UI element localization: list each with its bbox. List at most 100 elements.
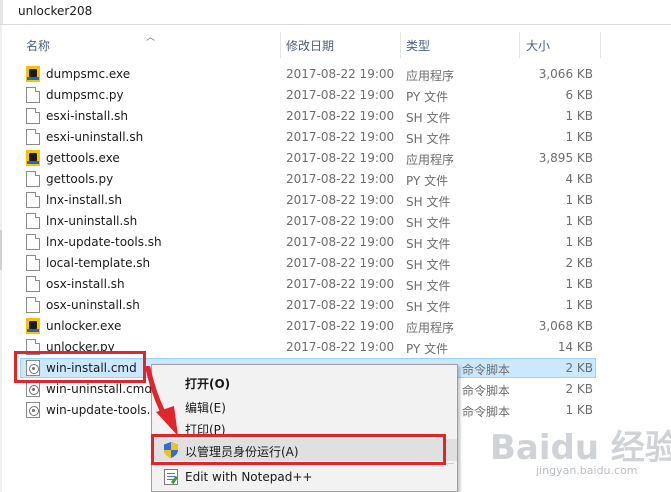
file-size: 1 KB <box>565 403 593 417</box>
file-date: 2017-08-22 19:00 <box>286 151 395 165</box>
file-name: lnx-install.sh <box>46 193 122 207</box>
file-type: PY 文件 <box>406 342 449 356</box>
exe-icon <box>26 318 40 334</box>
file-type: PY 文件 <box>406 90 449 104</box>
column-divider[interactable] <box>600 32 601 58</box>
file-row[interactable]: lnx-uninstall.sh 2017-08-22 19:00 SH 文件 1 K… <box>0 211 671 232</box>
file-name: gettools.py <box>46 172 114 186</box>
menu-item-edit-notepad[interactable]: Edit with Notepad++ <box>152 466 457 488</box>
file-date: 2017-08-22 19:00 <box>286 319 395 333</box>
file-type: 命令脚本 <box>462 363 511 377</box>
file-row[interactable]: osx-install.sh 2017-08-22 19:00 SH 文件 1 KB <box>0 274 671 295</box>
file-size: 6 KB <box>565 88 593 102</box>
file-type: 命令脚本 <box>462 384 511 398</box>
file-size: 2 KB <box>565 256 593 270</box>
file-row[interactable]: dumpsmc.py 2017-08-22 19:00 PY 文件 6 KB <box>0 85 671 106</box>
file-type: SH 文件 <box>406 195 451 209</box>
file-row[interactable]: unlocker.exe 2017-08-22 19:00 应用程序 3,068 KB <box>0 316 671 337</box>
file-row[interactable]: gettools.exe 2017-08-22 19:00 应用程序 3,895 KB <box>0 148 671 169</box>
file-name: esxi-uninstall.sh <box>46 130 144 144</box>
file-type: SH 文件 <box>406 258 451 272</box>
watermark-url: jingyan.baidu.com <box>536 464 638 477</box>
file-date: 2017-08-22 19:00 <box>286 256 395 270</box>
column-name[interactable]: 名称 <box>26 37 50 54</box>
file-icon <box>26 108 40 124</box>
column-header: ︿ 名称 修改日期 类型 大小 <box>0 30 671 60</box>
file-date: 2017-08-22 19:00 <box>286 340 395 354</box>
highlight-frame-file <box>14 351 146 383</box>
file-name: lnx-uninstall.sh <box>46 214 138 228</box>
column-type[interactable]: 类型 <box>406 37 430 54</box>
file-date: 2017-08-22 19:00 <box>286 277 395 291</box>
file-size: 1 KB <box>565 193 593 207</box>
file-type: PY 文件 <box>406 174 449 188</box>
file-name: win-update-tools.c <box>46 403 158 417</box>
file-row[interactable]: lnx-install.sh 2017-08-22 19:00 SH 文件 1 KB <box>0 190 671 211</box>
file-row[interactable]: esxi-uninstall.sh 2017-08-22 19:00 SH 文件 1 … <box>0 127 671 148</box>
file-type: 应用程序 <box>406 153 455 167</box>
highlight-frame-menu <box>151 434 446 465</box>
file-icon <box>26 297 40 313</box>
address-bar[interactable]: unlocker208 <box>0 0 671 25</box>
file-icon <box>26 129 40 145</box>
file-date: 2017-08-22 19:00 <box>286 67 395 81</box>
address-path: unlocker208 <box>18 4 93 18</box>
column-divider[interactable] <box>519 32 520 58</box>
file-type: 应用程序 <box>406 69 455 83</box>
file-size: 1 KB <box>565 214 593 228</box>
file-type: SH 文件 <box>406 216 451 230</box>
file-date: 2017-08-22 19:00 <box>286 172 395 186</box>
file-row[interactable]: lnx-update-tools.sh 2017-08-22 19:00 SH 文件… <box>0 232 671 253</box>
address-bar-edge <box>0 0 3 24</box>
watermark-brand: Baidu 经验 <box>490 428 671 468</box>
file-name: gettools.exe <box>46 151 120 165</box>
file-icon <box>26 234 40 250</box>
file-row[interactable]: local-template.sh 2017-08-22 19:00 SH 文件 2 … <box>0 253 671 274</box>
file-row[interactable]: gettools.py 2017-08-22 19:00 PY 文件 4 KB <box>0 169 671 190</box>
column-date[interactable]: 修改日期 <box>286 37 334 54</box>
file-name: osx-install.sh <box>46 277 125 291</box>
file-name: osx-uninstall.sh <box>46 298 140 312</box>
file-type: SH 文件 <box>406 132 451 146</box>
file-type: 应用程序 <box>406 321 455 335</box>
file-type: 命令脚本 <box>462 405 511 419</box>
file-date: 2017-08-22 19:00 <box>286 235 395 249</box>
file-type: SH 文件 <box>406 111 451 125</box>
file-date: 2017-08-22 19:00 <box>286 214 395 228</box>
file-size: 2 KB <box>565 382 593 396</box>
file-row[interactable]: esxi-install.sh 2017-08-22 19:00 SH 文件 1 KB <box>0 106 671 127</box>
file-size: 4 KB <box>565 172 593 186</box>
file-name: win-uninstall.cmd <box>46 382 152 396</box>
menu-label-edit: 编辑(E) <box>185 401 226 415</box>
file-icon <box>26 87 40 103</box>
column-divider[interactable] <box>280 32 281 58</box>
exe-icon <box>26 150 40 166</box>
file-icon <box>26 276 40 292</box>
file-size: 14 KB <box>557 340 593 354</box>
context-menu: 打开(O) 编辑(E) 打印(P) 以管理员身份运行(A) Edit with … <box>151 364 458 492</box>
file-size: 1 KB <box>565 298 593 312</box>
file-type: SH 文件 <box>406 300 451 314</box>
menu-item-edit[interactable]: 编辑(E) <box>152 395 457 417</box>
file-icon <box>26 213 40 229</box>
file-name: lnx-update-tools.sh <box>46 235 162 249</box>
cmd-icon <box>26 402 40 418</box>
file-date: 2017-08-22 19:00 <box>286 298 395 312</box>
pointer-arrow-icon <box>145 366 178 436</box>
menu-item-open[interactable]: 打开(O) <box>152 371 457 393</box>
file-row[interactable]: osx-uninstall.sh 2017-08-22 19:00 SH 文件 1 K… <box>0 295 671 316</box>
file-name: dumpsmc.exe <box>46 67 131 81</box>
file-size: 1 KB <box>565 235 593 249</box>
menu-label-edit-notepad: Edit with Notepad++ <box>185 470 313 484</box>
file-date: 2017-08-22 19:00 <box>286 130 395 144</box>
file-icon <box>26 255 40 271</box>
file-name: dumpsmc.py <box>46 88 124 102</box>
file-size: 1 KB <box>565 277 593 291</box>
column-divider[interactable] <box>400 32 401 58</box>
column-size[interactable]: 大小 <box>526 37 550 54</box>
file-size: 3,895 KB <box>538 151 593 165</box>
file-row[interactable]: dumpsmc.exe 2017-08-22 19:00 应用程序 3,066 KB <box>0 64 671 85</box>
file-type: SH 文件 <box>406 279 451 293</box>
file-size: 3,068 KB <box>538 319 593 333</box>
notepad-plus-plus-icon <box>164 469 178 485</box>
